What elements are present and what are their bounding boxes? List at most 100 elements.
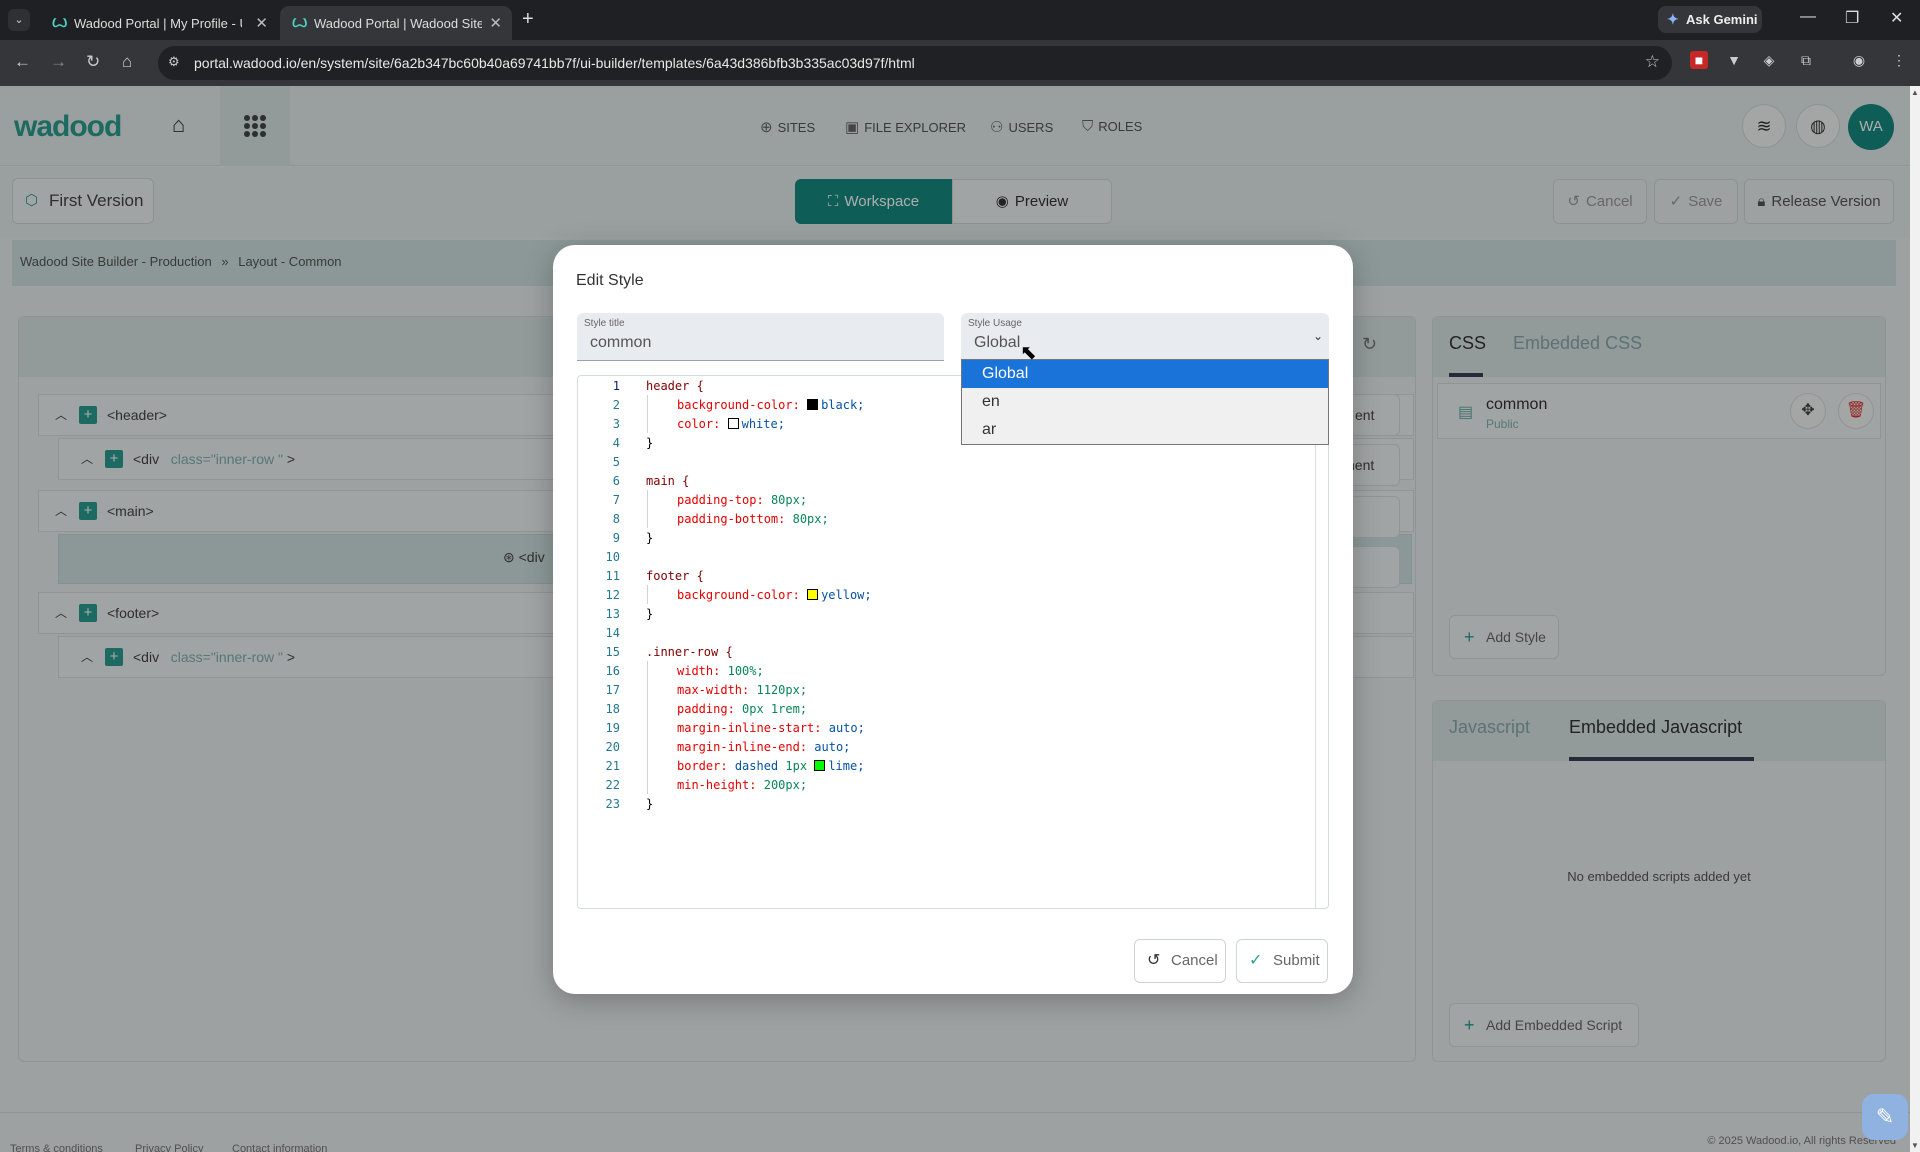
dialog-cancel-button[interactable]: ↺ Cancel (1134, 939, 1226, 983)
page-scrollbar[interactable]: ▲ ▼ (1910, 86, 1920, 1152)
style-usage-options: Global en ar (961, 359, 1329, 445)
style-usage-select[interactable]: Style Usage Global ⌄ (961, 313, 1329, 361)
line-number: 4 (612, 436, 620, 450)
bookmark-star-icon[interactable]: ☆ (1645, 52, 1660, 72)
code-line: color: white; (677, 417, 785, 431)
cancel-label: Cancel (1171, 952, 1218, 969)
browser-menu-icon[interactable]: ⋮ (1890, 51, 1908, 69)
address-bar[interactable]: ⚙ portal.wadood.io/en/system/site/6a2b34… (158, 46, 1672, 80)
scroll-up-icon[interactable]: ▲ (1911, 88, 1919, 97)
line-number: 1 (612, 379, 620, 393)
usage-option-ar[interactable]: ar (962, 416, 1328, 444)
code-line: margin-inline-start: auto; (677, 721, 865, 735)
editor-scrollbar[interactable] (1315, 376, 1316, 908)
help-chat-button[interactable]: ✎ (1862, 1094, 1908, 1140)
chevron-down-icon: ⌄ (1312, 329, 1323, 343)
scroll-down-icon[interactable]: ▼ (1911, 1141, 1919, 1150)
edit-style-dialog: Edit Style Style title Style Usage Globa… (553, 245, 1353, 994)
line-number: 14 (605, 626, 620, 640)
code-line: header { (646, 379, 704, 393)
code-line: padding-bottom: 80px; (677, 512, 829, 526)
code-line: background-color: yellow; (677, 588, 872, 602)
style-title-field[interactable]: Style title (577, 313, 944, 361)
new-tab-icon[interactable]: + (522, 8, 534, 31)
code-line: main { (646, 474, 690, 488)
site-info-icon[interactable]: ⚙ (168, 54, 180, 70)
ask-gemini-label: Ask Gemini (1686, 12, 1758, 27)
submit-label: Submit (1273, 952, 1320, 969)
close-window-icon[interactable]: ✕ (1890, 8, 1903, 28)
line-number: 7 (612, 493, 620, 507)
line-number: 22 (605, 778, 620, 792)
wadood-favicon-icon: Ꙍ (292, 15, 308, 30)
extension-red-icon[interactable]: ■ (1690, 51, 1708, 69)
minimize-icon[interactable]: — (1800, 8, 1816, 26)
tab-title: Wadood Portal | Wadood Site B (314, 16, 482, 31)
line-number: 16 (605, 664, 620, 678)
code-line: width: 100%; (677, 664, 764, 678)
browser-tab-strip: ⌄ Ꙍ Wadood Portal | My Profile - U ✕ Ꙍ W… (0, 0, 1920, 40)
line-number: 11 (605, 569, 620, 583)
url-text: portal.wadood.io/en/system/site/6a2b347b… (194, 55, 915, 71)
browser-tab-site-builder[interactable]: Ꙍ Wadood Portal | Wadood Site B ✕ (280, 6, 512, 40)
code-line: min-height: 200px; (677, 778, 808, 792)
indent-guide (647, 395, 648, 433)
indent-guide (647, 490, 648, 528)
tab-search-icon[interactable]: ⌄ (8, 9, 30, 31)
line-number: 17 (605, 683, 620, 697)
tab-title: Wadood Portal | My Profile - U (74, 16, 242, 31)
back-icon[interactable]: ← (14, 52, 31, 72)
color-swatch-black[interactable] (807, 399, 819, 410)
gemini-sparkle-icon: ✦ (1667, 11, 1679, 27)
line-number: 15 (605, 645, 620, 659)
browser-toolbar: ← → ↻ ⌂ ⚙ portal.wadood.io/en/system/sit… (0, 40, 1920, 86)
close-tab-icon[interactable]: ✕ (255, 14, 268, 32)
extensions-puzzle-icon[interactable]: ⧉ (1797, 51, 1815, 69)
usage-option-en[interactable]: en (962, 388, 1328, 416)
check-icon: ✓ (1249, 952, 1263, 969)
dialog-submit-button[interactable]: ✓ Submit (1236, 939, 1328, 983)
line-number: 13 (605, 607, 620, 621)
forward-icon[interactable]: → (50, 52, 67, 72)
browser-tab-profile[interactable]: Ꙍ Wadood Portal | My Profile - U ✕ (40, 6, 278, 40)
css-code-editor[interactable]: 1 2 3 4 5 6 7 8 9 10 11 12 13 14 15 16 1… (577, 375, 1329, 909)
indent-guide (647, 585, 648, 604)
code-line: max-width: 1120px; (677, 683, 808, 697)
reload-icon[interactable]: ↻ (86, 52, 100, 72)
home-icon[interactable]: ⌂ (122, 52, 132, 72)
dialog-title: Edit Style (576, 272, 644, 289)
code-line: border: dashed 1px lime; (677, 759, 865, 773)
line-number: 6 (612, 474, 620, 488)
style-usage-label: Style Usage (968, 318, 1022, 329)
code-area[interactable]: header { background-color: black; color:… (646, 376, 1316, 908)
mouse-cursor-icon: ⬉ (1020, 342, 1037, 364)
style-title-input[interactable] (590, 334, 920, 352)
code-line: } (646, 531, 654, 545)
code-line: } (646, 797, 654, 811)
color-swatch-lime[interactable] (814, 760, 826, 771)
extension-tag-icon[interactable]: ◈ (1760, 51, 1778, 69)
line-number: 18 (605, 702, 620, 716)
wadood-favicon-icon: Ꙍ (52, 15, 68, 30)
ask-gemini-button[interactable]: ✦ Ask Gemini (1658, 6, 1762, 33)
code-line: padding-top: 80px; (677, 493, 808, 507)
line-number: 9 (612, 531, 620, 545)
line-number: 23 (605, 797, 620, 811)
restore-icon[interactable]: ❐ (1845, 8, 1859, 28)
code-line: padding: 0px 1rem; (677, 702, 808, 716)
code-line: } (646, 607, 654, 621)
color-swatch-yellow[interactable] (807, 589, 819, 600)
profile-icon[interactable]: ◉ (1850, 51, 1868, 69)
code-line: background-color: black; (677, 398, 865, 412)
line-number: 20 (605, 740, 620, 754)
usage-option-global[interactable]: Global (962, 360, 1328, 388)
style-title-label: Style title (584, 318, 625, 329)
code-line: } (646, 436, 654, 450)
color-swatch-white[interactable] (727, 418, 739, 429)
extension-v-icon[interactable]: ▼ (1725, 51, 1743, 69)
close-tab-icon[interactable]: ✕ (489, 14, 502, 32)
code-line: footer { (646, 569, 704, 583)
line-number: 5 (612, 455, 620, 469)
line-number: 21 (605, 759, 620, 773)
line-number: 19 (605, 721, 620, 735)
